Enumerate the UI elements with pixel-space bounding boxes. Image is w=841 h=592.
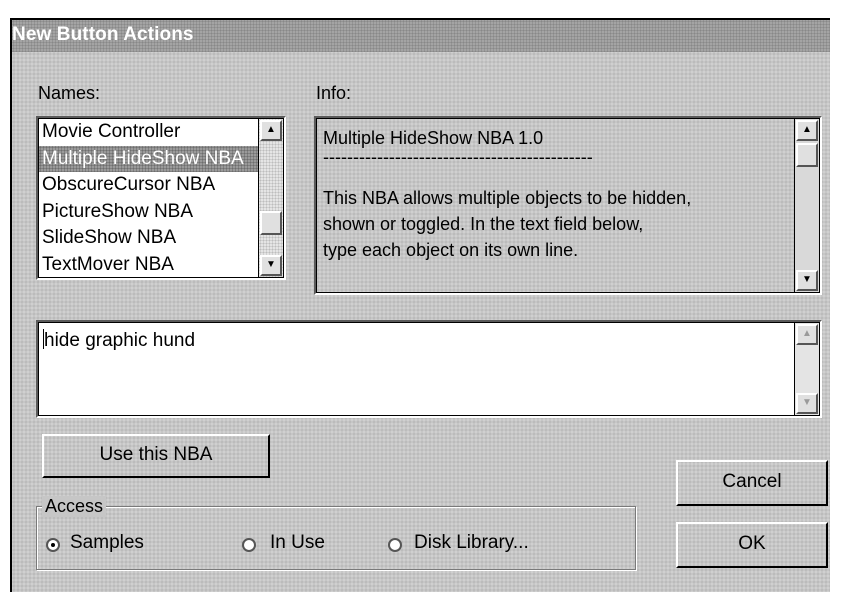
cancel-button[interactable]: Cancel xyxy=(676,460,828,506)
object-text-field[interactable]: hide graphic hund ▲ ▼ xyxy=(36,320,822,418)
scroll-down-arrow-icon[interactable]: ▼ xyxy=(796,270,818,291)
list-item[interactable]: Movie Controller xyxy=(39,119,258,146)
list-item[interactable]: SlideShow NBA xyxy=(39,225,258,252)
info-box-frame: Multiple HideShow NBA 1.0 --------------… xyxy=(316,118,820,293)
scroll-up-arrow-icon[interactable]: ▲ xyxy=(796,120,818,141)
scrollbar-thumb[interactable] xyxy=(796,143,818,167)
radio-in-use-icon[interactable] xyxy=(242,538,256,552)
info-scrollbar[interactable]: ▲ ▼ xyxy=(794,119,819,292)
scroll-down-arrow-icon[interactable]: ▼ xyxy=(260,255,282,276)
names-list: Movie Controller Multiple HideShow NBA O… xyxy=(39,119,258,277)
list-item[interactable]: TextMover NBA xyxy=(39,252,258,278)
info-line: shown or toggled. In the text field belo… xyxy=(323,214,644,234)
radio-in-use-label[interactable]: In Use xyxy=(270,532,325,554)
names-listbox-frame: Movie Controller Multiple HideShow NBA O… xyxy=(38,118,284,278)
scrollbar-thumb[interactable] xyxy=(260,211,282,235)
info-box: Multiple HideShow NBA 1.0 --------------… xyxy=(314,116,822,295)
dialog-window: New Button Actions Names: Movie Controll… xyxy=(10,18,830,592)
scroll-up-arrow-icon[interactable]: ▲ xyxy=(796,324,818,345)
use-this-nba-button[interactable]: Use this NBA xyxy=(42,434,270,478)
names-listbox[interactable]: Movie Controller Multiple HideShow NBA O… xyxy=(36,116,286,280)
radio-samples-icon[interactable] xyxy=(46,538,60,552)
radio-disk-library-label[interactable]: Disk Library... xyxy=(414,532,529,554)
text-field-value[interactable]: hide graphic hund xyxy=(43,329,195,352)
info-line: This NBA allows multiple objects to be h… xyxy=(323,188,692,208)
text-field-content: hide graphic hund xyxy=(44,330,196,351)
dialog-title: New Button Actions xyxy=(12,24,194,45)
scroll-down-arrow-icon[interactable]: ▼ xyxy=(796,393,818,414)
info-line: type each object on its own line. xyxy=(323,240,579,260)
names-label: Names: xyxy=(38,83,101,103)
info-separator: ----------------------------------------… xyxy=(323,147,593,167)
radio-disk-library-icon[interactable] xyxy=(388,538,402,552)
info-text: Multiple HideShow NBA 1.0 --------------… xyxy=(323,125,691,263)
text-field-scrollbar[interactable]: ▲ ▼ xyxy=(794,323,819,415)
object-text-field-frame: hide graphic hund ▲ ▼ xyxy=(38,322,820,416)
list-item[interactable]: ObscureCursor NBA xyxy=(39,172,258,199)
access-legend: Access xyxy=(42,496,107,517)
radio-samples-label[interactable]: Samples xyxy=(70,532,144,554)
scroll-up-arrow-icon[interactable]: ▲ xyxy=(260,120,282,141)
names-scrollbar[interactable]: ▲ ▼ xyxy=(258,119,283,277)
list-item[interactable]: PictureShow NBA xyxy=(39,199,258,226)
ok-button[interactable]: OK xyxy=(676,522,828,568)
list-item-selected[interactable]: Multiple HideShow NBA xyxy=(39,145,258,172)
info-label: Info: xyxy=(316,83,352,103)
title-bar[interactable]: New Button Actions xyxy=(12,20,830,52)
